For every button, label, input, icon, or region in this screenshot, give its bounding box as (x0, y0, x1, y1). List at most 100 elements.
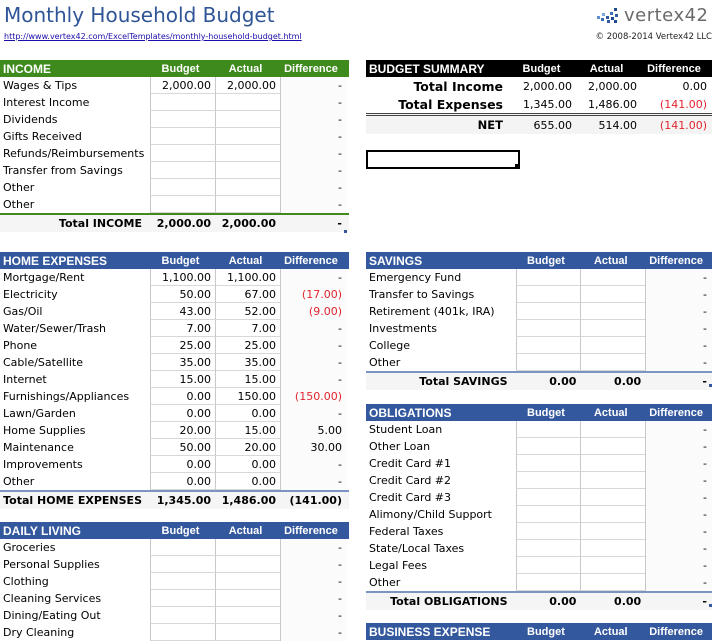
budget-input-cell[interactable]: 2,000.00 (150, 77, 215, 94)
actual-input-cell[interactable]: 2,000.00 (215, 77, 280, 94)
budget-input-cell[interactable] (150, 179, 215, 196)
actual-input-cell[interactable] (580, 337, 646, 354)
budget-input-cell[interactable] (150, 607, 215, 624)
col-budget: Budget (527, 625, 565, 638)
budget-input-cell[interactable] (515, 574, 581, 591)
budget-input-cell[interactable] (515, 320, 581, 337)
income-rows: Wages & Tips 2,000.00 2,000.00- Interest In… (0, 77, 349, 213)
actual-input-cell[interactable] (215, 556, 280, 573)
actual-input-cell[interactable] (580, 421, 646, 438)
actual-input-cell[interactable] (215, 145, 280, 162)
budget-input-cell[interactable] (150, 111, 215, 128)
budget-input-cell[interactable] (515, 286, 581, 303)
actual-input-cell[interactable]: 0.00 (215, 473, 280, 490)
budget-input-cell[interactable]: 35.00 (150, 354, 215, 371)
budget-input-cell[interactable] (515, 455, 581, 472)
budget-input-cell[interactable] (515, 489, 581, 506)
actual-input-cell[interactable]: 1,100.00 (215, 269, 280, 286)
actual-input-cell[interactable] (580, 506, 646, 523)
actual-input-cell[interactable] (215, 179, 280, 196)
budget-input-cell[interactable] (515, 540, 581, 557)
budget-input-cell[interactable] (515, 506, 581, 523)
budget-input-cell[interactable] (515, 557, 581, 574)
actual-input-cell[interactable]: 20.00 (215, 439, 280, 456)
row-label: Cleaning Services (3, 592, 102, 605)
actual-input-cell[interactable]: 15.00 (215, 422, 280, 439)
row-label: Alimony/Child Support (369, 508, 492, 521)
actual-input-cell[interactable] (215, 128, 280, 145)
budget-input-cell[interactable] (150, 556, 215, 573)
actual-input-cell[interactable] (580, 574, 646, 591)
actual-input-cell[interactable] (580, 540, 646, 557)
actual-input-cell[interactable] (215, 590, 280, 607)
budget-input-cell[interactable]: 7.00 (150, 320, 215, 337)
actual-input-cell[interactable] (215, 94, 280, 111)
business-expense-header: BUSINESS EXPENSE Budget Actual Differenc… (366, 623, 712, 640)
actual-input-cell[interactable] (580, 286, 646, 303)
actual-input-cell[interactable] (580, 489, 646, 506)
budget-input-cell[interactable] (150, 539, 215, 556)
budget-input-cell[interactable] (515, 354, 581, 371)
actual-input-cell[interactable] (580, 303, 646, 320)
budget-input-cell[interactable]: 1,100.00 (150, 269, 215, 286)
budget-input-cell[interactable]: 20.00 (150, 422, 215, 439)
actual-input-cell[interactable] (580, 523, 646, 540)
actual-input-cell[interactable]: 0.00 (215, 456, 280, 473)
budget-input-cell[interactable] (515, 421, 581, 438)
budget-input-cell[interactable] (515, 472, 581, 489)
actual-input-cell[interactable] (580, 557, 646, 574)
actual-input-cell[interactable]: 150.00 (215, 388, 280, 405)
actual-input-cell[interactable] (215, 539, 280, 556)
actual-input-cell[interactable]: 35.00 (215, 354, 280, 371)
actual-input-cell[interactable] (580, 472, 646, 489)
budget-input-cell[interactable]: 0.00 (150, 456, 215, 473)
actual-input-cell[interactable] (215, 573, 280, 590)
actual-input-cell[interactable] (580, 320, 646, 337)
budget-input-cell[interactable] (150, 196, 215, 213)
actual-input-cell[interactable] (580, 438, 646, 455)
actual-input-cell[interactable]: 52.00 (215, 303, 280, 320)
actual-input-cell[interactable] (580, 455, 646, 472)
budget-input-cell[interactable] (150, 590, 215, 607)
budget-input-cell[interactable] (150, 128, 215, 145)
fill-handle[interactable] (515, 164, 520, 169)
difference-cell: - (645, 455, 712, 472)
table-row: Student Loan - (366, 421, 712, 438)
budget-input-cell[interactable] (150, 145, 215, 162)
actual-input-cell[interactable] (580, 354, 646, 371)
table-row: Wages & Tips 2,000.00 2,000.00- (0, 77, 349, 94)
actual-input-cell[interactable]: 0.00 (215, 405, 280, 422)
budget-input-cell[interactable] (150, 624, 215, 641)
actual-input-cell[interactable] (215, 111, 280, 128)
budget-input-cell[interactable] (150, 573, 215, 590)
budget-input-cell[interactable] (515, 337, 581, 354)
actual-input-cell[interactable] (215, 607, 280, 624)
budget-input-cell[interactable]: 50.00 (150, 286, 215, 303)
budget-input-cell[interactable] (515, 523, 581, 540)
actual-input-cell[interactable]: 25.00 (215, 337, 280, 354)
actual-input-cell[interactable] (215, 196, 280, 213)
vertex42-logo[interactable]: vertex42 (596, 4, 709, 26)
budget-input-cell[interactable]: 25.00 (150, 337, 215, 354)
template-link[interactable]: http://www.vertex42.com/ExcelTemplates/m… (4, 32, 302, 41)
budget-input-cell[interactable]: 43.00 (150, 303, 215, 320)
budget-input-cell[interactable]: 50.00 (150, 439, 215, 456)
selected-cell[interactable] (366, 150, 520, 169)
actual-input-cell[interactable] (215, 624, 280, 641)
budget-input-cell[interactable] (150, 162, 215, 179)
actual-input-cell[interactable]: 67.00 (215, 286, 280, 303)
budget-input-cell[interactable]: 0.00 (150, 388, 215, 405)
actual-input-cell[interactable]: 7.00 (215, 320, 280, 337)
budget-input-cell[interactable] (150, 94, 215, 111)
actual-input-cell[interactable]: 15.00 (215, 371, 280, 388)
difference-cell: - (645, 354, 712, 371)
budget-input-cell[interactable]: 0.00 (150, 473, 215, 490)
budget-input-cell[interactable] (515, 303, 581, 320)
budget-input-cell[interactable]: 0.00 (150, 405, 215, 422)
section-title: BUSINESS EXPENSE (369, 624, 491, 639)
budget-input-cell[interactable] (515, 438, 581, 455)
budget-input-cell[interactable] (515, 269, 581, 286)
actual-input-cell[interactable] (580, 269, 646, 286)
budget-input-cell[interactable]: 15.00 (150, 371, 215, 388)
actual-input-cell[interactable] (215, 162, 280, 179)
